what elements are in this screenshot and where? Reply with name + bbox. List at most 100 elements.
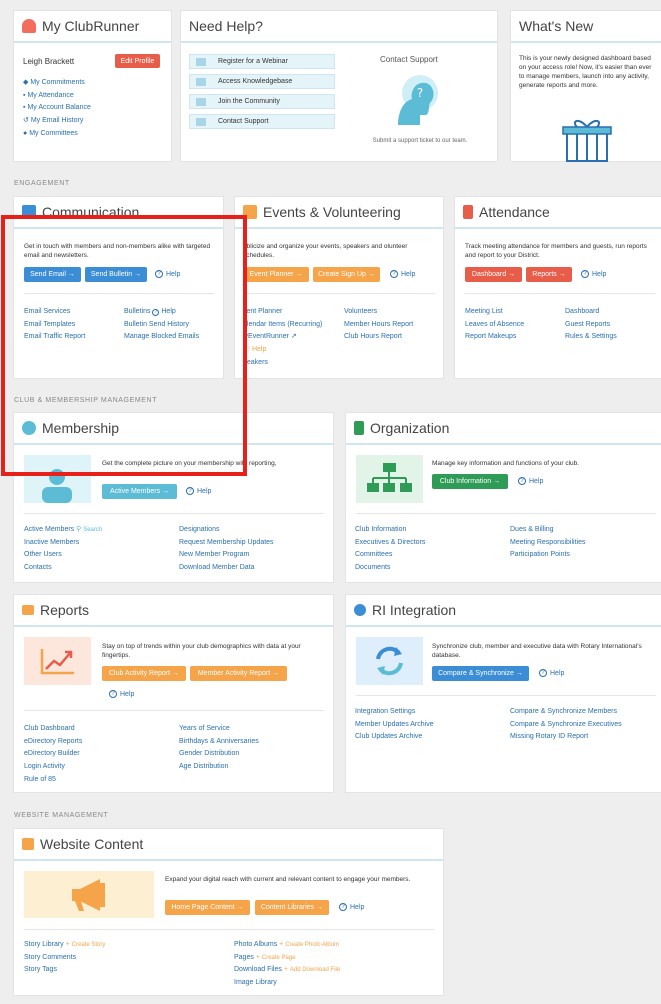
need-help-card: Need Help? Register for a Webinar Access… [180, 10, 498, 162]
attendance-links-col2: Dashboard Guest Reports Rules & Settings [565, 306, 617, 344]
event-planner-button[interactable]: Event Planner → [243, 267, 309, 282]
user-name: Leigh Brackett [23, 57, 75, 66]
attendance-reports-button[interactable]: Reports → [526, 267, 572, 282]
other-users-link[interactable]: Other Users [24, 549, 102, 562]
content-libraries-button[interactable]: Content Libraries → [255, 900, 329, 915]
my-email-history-link[interactable]: ↺ My Email History [23, 115, 91, 128]
compare-sync-executives-link[interactable]: Compare & Synchronize Executives [510, 719, 622, 732]
reports-help-link[interactable]: ? Help [109, 690, 134, 698]
designations-link[interactable]: Designations [179, 524, 274, 537]
member-hours-report-link[interactable]: Member Hours Report [344, 319, 413, 332]
active-members-link[interactable]: Active Members ⚲ Search [24, 524, 102, 537]
compare-synchronize-button[interactable]: Compare & Synchronize → [432, 666, 529, 681]
executives-directors-link[interactable]: Executives & Directors [355, 537, 425, 550]
speakers-link[interactable]: peakers [243, 357, 322, 370]
committees-link[interactable]: Committees [355, 549, 425, 562]
edit-profile-button[interactable]: Edit Profile [115, 54, 160, 68]
attendance-dashboard-button[interactable]: Dashboard → [465, 267, 522, 282]
pages-link[interactable]: Pages + Create Page [234, 952, 340, 965]
dues-billing-link[interactable]: Dues & Billing [510, 524, 585, 537]
birthdays-anniversaries-link[interactable]: Birthdays & Anniversaries [179, 736, 259, 749]
compare-sync-members-link[interactable]: Compare & Synchronize Members [510, 706, 622, 719]
user-icon [22, 19, 36, 33]
story-comments-link[interactable]: Story Comments [24, 952, 105, 965]
events-header: Events & Volunteering [235, 197, 443, 229]
create-photo-album-link[interactable]: Create Photo Album [285, 942, 339, 948]
volunteers-link[interactable]: Volunteers [344, 306, 413, 319]
club-hours-report-link[interactable]: Club Hours Report [344, 331, 413, 344]
member-activity-report-button[interactable]: Member Activity Report → [190, 666, 287, 681]
attendance-dashboard-link[interactable]: Dashboard [565, 306, 617, 319]
organization-illustration [356, 455, 423, 503]
member-updates-archive-link[interactable]: Member Updates Archive [355, 719, 434, 732]
edirectory-builder-link[interactable]: eDirectory Builder [24, 748, 82, 761]
edit-icon [22, 838, 34, 850]
story-library-link[interactable]: Story Library + Create Story [24, 939, 105, 952]
club-updates-archive-link[interactable]: Club Updates Archive [355, 731, 434, 744]
meeting-responsibilities-link[interactable]: Meeting Responsibilities [510, 537, 585, 550]
documents-link[interactable]: Documents [355, 562, 425, 575]
book-icon [196, 77, 206, 86]
gender-distribution-link[interactable]: Gender Distribution [179, 748, 259, 761]
need-help-list: Register for a Webinar Access Knowledgeb… [189, 54, 335, 134]
edirectory-reports-link[interactable]: eDirectory Reports [24, 736, 82, 749]
club-activity-report-button[interactable]: Club Activity Report → [102, 666, 186, 681]
club-information-link[interactable]: Club Information [355, 524, 425, 537]
request-membership-updates-link[interactable]: Request Membership Updates [179, 537, 274, 550]
age-distribution-link[interactable]: Age Distribution [179, 761, 259, 774]
rules-settings-link[interactable]: Rules & Settings [565, 331, 617, 344]
participation-points-link[interactable]: Participation Points [510, 549, 585, 562]
download-member-data-link[interactable]: Download Member Data [179, 562, 274, 575]
my-commitments-link[interactable]: ◆ My Commitments [23, 77, 91, 90]
support-head-icon: ? [398, 75, 438, 125]
ri-illustration [356, 637, 423, 685]
website-divider [24, 929, 434, 930]
club-information-button[interactable]: Club Information → [432, 474, 508, 489]
leaves-of-absence-link[interactable]: Leaves of Absence [465, 319, 524, 332]
add-download-file-link[interactable]: Add Download File [290, 967, 340, 973]
download-files-link[interactable]: Download Files + Add Download File [234, 964, 340, 977]
building-icon [354, 421, 364, 435]
create-story-link[interactable]: Create Story [72, 942, 106, 948]
rule-of-85-link[interactable]: Rule of 85 [24, 774, 82, 787]
membership-help-link[interactable]: ? Help [186, 487, 211, 495]
missing-rotary-id-link[interactable]: Missing Rotary ID Report [510, 731, 622, 744]
home-page-content-button[interactable]: Home Page Content → [165, 900, 250, 915]
my-committees-link[interactable]: ● My Committees [23, 128, 91, 141]
ri-help-link[interactable]: ? Help [539, 669, 564, 677]
events-help-link[interactable]: ? Help [390, 270, 415, 278]
my-account-balance-link[interactable]: ▪ My Account Balance [23, 102, 91, 115]
story-tags-link[interactable]: Story Tags [24, 964, 105, 977]
help-icon: ? [518, 477, 526, 485]
ri-integration-header: RI Integration [346, 595, 661, 627]
photo-albums-link[interactable]: Photo Albums + Create Photo Album [234, 939, 340, 952]
image-library-link[interactable]: Image Library [234, 977, 340, 990]
attendance-help-link[interactable]: ? Help [581, 270, 606, 278]
create-page-link[interactable]: Create Page [262, 955, 296, 961]
event-planner-link[interactable]: vent Planner [243, 306, 322, 319]
my-attendance-link[interactable]: ▪ My Attendance [23, 90, 91, 103]
create-signup-button[interactable]: Create Sign Up → [313, 267, 380, 282]
contact-support-item[interactable]: Contact Support [189, 114, 335, 129]
events-inline-help-link[interactable]: ⓘ Help [243, 344, 322, 357]
guest-reports-link[interactable]: Guest Reports [565, 319, 617, 332]
contacts-link[interactable]: Contacts [24, 562, 102, 575]
years-of-service-link[interactable]: Years of Service [179, 723, 259, 736]
club-dashboard-link[interactable]: Club Dashboard [24, 723, 82, 736]
register-webinar-item[interactable]: Register for a Webinar [189, 54, 335, 69]
active-members-button[interactable]: Active Members → [102, 484, 177, 499]
report-makeups-link[interactable]: Report Makeups [465, 331, 524, 344]
new-member-program-link[interactable]: New Member Program [179, 549, 274, 562]
inactive-members-link[interactable]: Inactive Members [24, 537, 102, 550]
myeventrunner-link[interactable]: lyEventRunner ↗ [243, 331, 322, 344]
calendar-items-link[interactable]: alendar Items (Recurring) [243, 319, 322, 332]
website-section-label: WEBSITE MANAGEMENT [14, 812, 109, 819]
my-clubrunner-title: My ClubRunner [42, 18, 140, 34]
knowledgebase-item[interactable]: Access Knowledgebase [189, 74, 335, 89]
website-help-link[interactable]: ? Help [339, 903, 364, 911]
login-activity-link[interactable]: Login Activity [24, 761, 82, 774]
organization-help-link[interactable]: ? Help [518, 477, 543, 485]
meeting-list-link[interactable]: Meeting List [465, 306, 524, 319]
community-item[interactable]: Join the Community [189, 94, 335, 109]
integration-settings-link[interactable]: Integration Settings [355, 706, 434, 719]
